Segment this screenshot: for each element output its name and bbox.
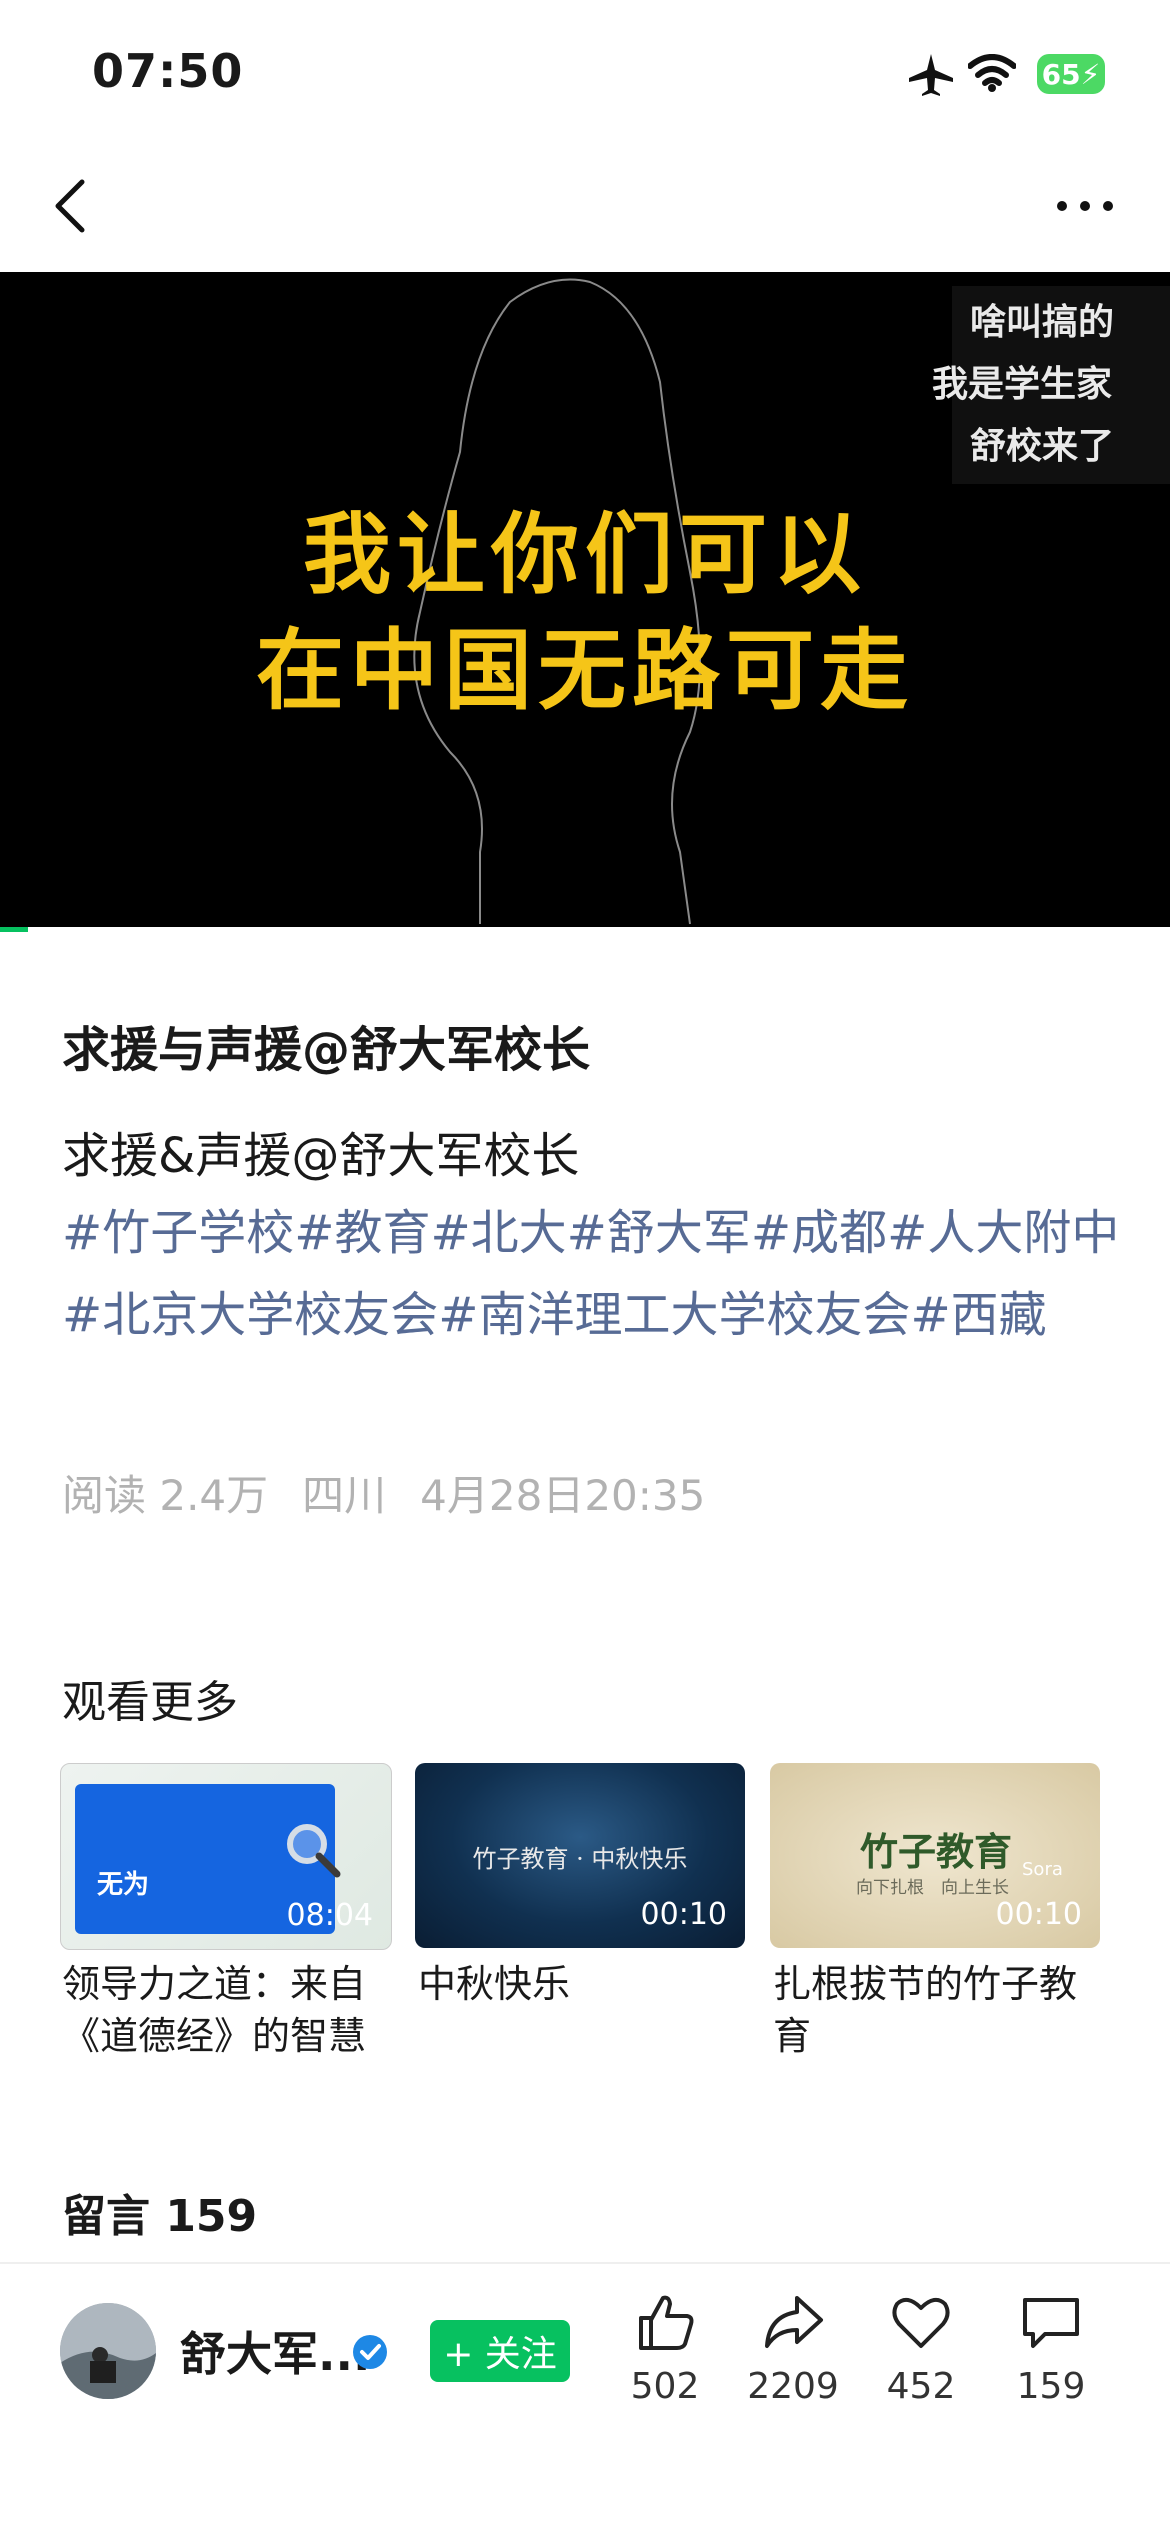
caption-line-2: 在中国无路可走 — [255, 619, 914, 722]
thumb-badge: Sora — [1022, 1859, 1063, 1880]
like-count: 502 — [630, 2366, 700, 2407]
more-videos-heading: 观看更多 — [62, 1677, 238, 1728]
wifi-icon — [968, 54, 1016, 92]
read-count: 阅读 2.4万 — [62, 1471, 269, 1520]
caption-line-1: 我让你们可以 — [302, 503, 867, 606]
overlay-line: 我是学生家 — [932, 364, 1113, 405]
video-title[interactable]: 扎根拔节的竹子教育 — [773, 1958, 1103, 2062]
like-button[interactable]: 502 — [610, 2290, 720, 2407]
article-body: 求援&声援@舒大军校长 — [62, 1128, 580, 1184]
comment-button[interactable]: 159 — [996, 2290, 1106, 2407]
video-title[interactable]: 中秋快乐 — [418, 1958, 748, 2010]
video-duration: 00:10 — [640, 1897, 727, 1932]
battery-level: 65 — [1041, 57, 1081, 91]
share-button[interactable]: 2209 — [738, 2290, 848, 2407]
thumbs-up-icon — [639, 2295, 694, 2350]
airplane-icon — [909, 54, 953, 96]
comments-heading: 留言 159 — [62, 2191, 258, 2242]
thumb-text: 竹子教育 · 中秋快乐 — [472, 1845, 688, 1873]
video-caption: 我让你们可以 在中国无路可走 — [0, 497, 1170, 729]
chevron-left-icon — [55, 179, 85, 233]
more-options-button[interactable] — [1040, 170, 1130, 240]
video-thumbnail-1[interactable]: 无为 08:04 — [60, 1763, 392, 1950]
verified-badge-icon — [353, 2335, 387, 2369]
favorite-count: 452 — [886, 2366, 956, 2407]
thumb-subtext: 向下扎根 向上生长 — [856, 1878, 1009, 1898]
overlay-line: 舒校来了 — [970, 426, 1115, 467]
comment-bubble-icon — [1023, 2298, 1079, 2348]
avatar[interactable] — [60, 2303, 156, 2399]
back-button[interactable] — [40, 170, 110, 240]
author-name[interactable]: 舒大军... — [180, 2318, 370, 2384]
video-progress-bar[interactable] — [0, 927, 28, 932]
heart-icon — [892, 2297, 950, 2348]
status-time: 07:50 — [92, 44, 244, 98]
hashtag-list[interactable]: #竹子学校#教育#北大#舒大军#成都#人大附中#北京大学校友会#南洋理工大学校友… — [62, 1192, 1122, 1356]
magnifier-icon — [287, 1824, 341, 1878]
video-thumbnail-2[interactable]: 竹子教育 · 中秋快乐 00:10 — [415, 1763, 745, 1948]
location: 四川 — [302, 1471, 387, 1520]
avatar-image — [60, 2303, 156, 2399]
bottom-action-bar — [0, 2262, 1170, 2534]
video-overlay-comments: 啥叫搞的 我是学生家 舒校来了 — [932, 286, 1170, 484]
thumb-text: 无为 — [97, 1870, 150, 1900]
share-arrow-icon — [765, 2296, 823, 2348]
battery-indicator: 65 ⚡ — [1037, 54, 1105, 94]
status-bar: 07:50 65 ⚡ — [0, 0, 1170, 150]
more-dots-icon — [1057, 201, 1113, 211]
overlay-line: 啥叫搞的 — [970, 302, 1115, 343]
video-duration: 08:04 — [286, 1898, 373, 1933]
favorite-button[interactable]: 452 — [866, 2290, 976, 2407]
article-meta: 阅读 2.4万 四川 4月28日20:35 — [62, 1462, 739, 1523]
comment-count: 159 — [1016, 2366, 1086, 2407]
video-player[interactable]: 我让你们可以 在中国无路可走 啥叫搞的 我是学生家 舒校来了 — [0, 272, 1170, 927]
publish-date: 4月28日20:35 — [420, 1471, 706, 1520]
follow-button[interactable]: + 关注 — [430, 2320, 570, 2382]
video-title[interactable]: 领导力之道：来自《道德经》的智慧 — [62, 1958, 392, 2062]
share-count: 2209 — [747, 2366, 839, 2407]
article-title: 求援与声援@舒大军校长 — [62, 1022, 591, 1078]
thumb-text: 竹子教育 — [860, 1830, 1013, 1874]
video-thumbnail-3[interactable]: 竹子教育 向下扎根 向上生长 Sora 00:10 — [770, 1763, 1100, 1948]
video-duration: 00:10 — [995, 1897, 1082, 1932]
